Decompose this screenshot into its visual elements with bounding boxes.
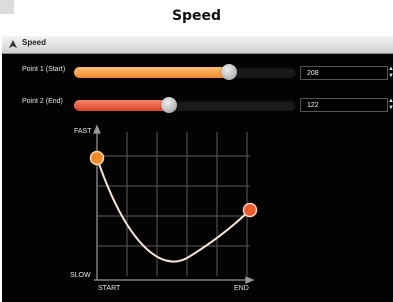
end-point-handle[interactable] <box>242 202 258 218</box>
graph-grid <box>97 132 250 276</box>
axis-label-start: START <box>98 285 121 292</box>
start-point-handle[interactable] <box>89 150 105 166</box>
page-title: Speed <box>171 8 222 24</box>
speed-panel: Speed Point 1 (Start) 208 ▲ ▼ Point 2 (En… <box>2 36 393 302</box>
axis-label-slow: SLOW <box>70 272 91 279</box>
axis-label-fast: FAST <box>74 128 92 135</box>
speed-curve-graph <box>89 124 258 284</box>
axis-label-end: END <box>234 285 249 292</box>
graph-axes <box>93 124 255 284</box>
